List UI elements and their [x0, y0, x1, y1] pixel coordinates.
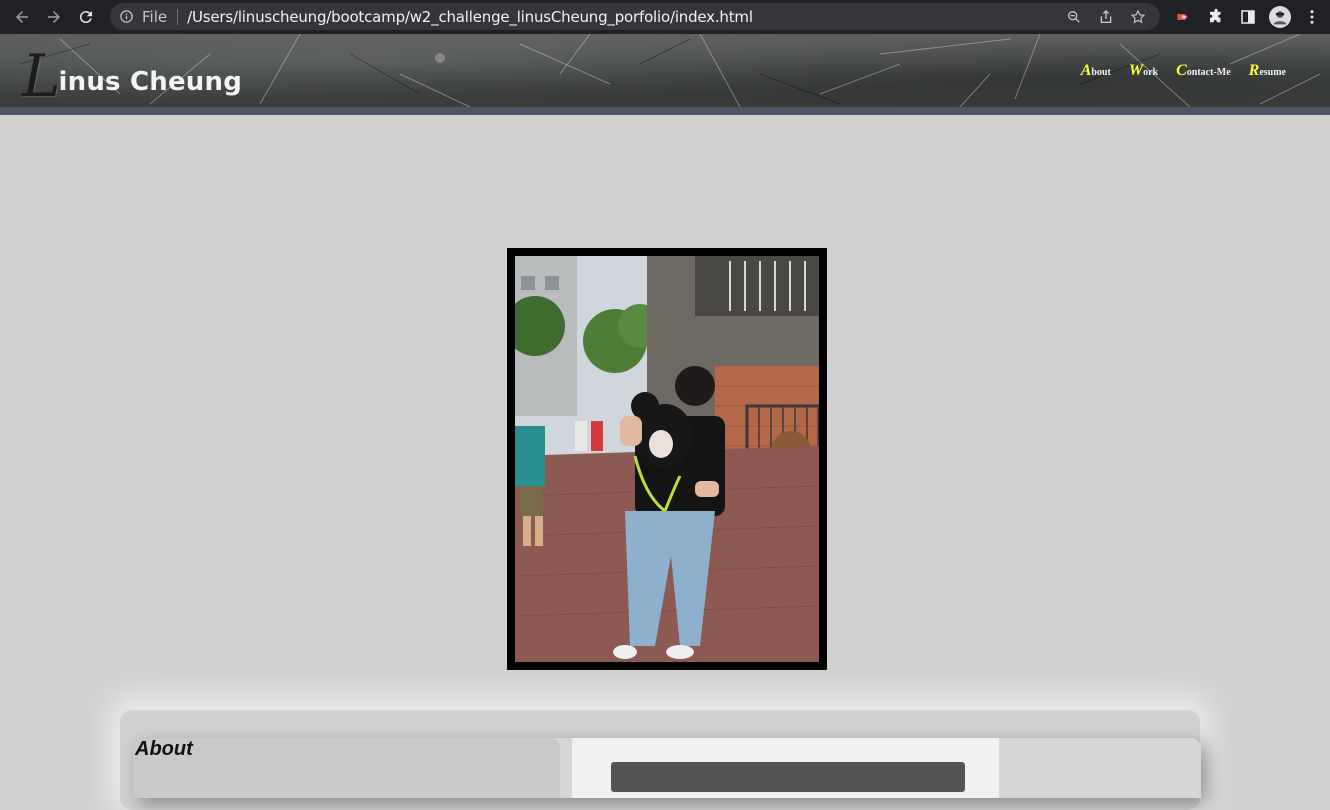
extensions-puzzle-icon[interactable] [1200, 0, 1232, 34]
address-bar[interactable]: File /Users/linuscheung/bootcamp/w2_chal… [110, 3, 1160, 30]
url-text[interactable]: /Users/linuscheung/bootcamp/w2_challenge… [187, 8, 753, 26]
share-icon[interactable] [1090, 3, 1122, 30]
profile-avatar[interactable] [1264, 0, 1296, 34]
bookmark-star-icon[interactable] [1122, 3, 1154, 30]
logo-initial: L [22, 42, 61, 110]
site-nav: About Work Contact-Me Resume [1081, 62, 1286, 80]
header-divider-bar [0, 107, 1330, 115]
about-image-panel [572, 738, 999, 798]
back-button[interactable] [6, 1, 38, 33]
reload-icon [79, 11, 92, 24]
site-logo[interactable]: L inus Cheung [22, 42, 243, 110]
about-image [611, 762, 965, 792]
forward-button[interactable] [38, 1, 70, 33]
logo-name: inus Cheung [58, 67, 243, 97]
url-scheme-label: File [142, 7, 168, 26]
nav-link-work[interactable]: Work [1129, 62, 1158, 80]
nav-link-about[interactable]: About [1081, 62, 1111, 80]
browser-toolbar: File /Users/linuscheung/bootcamp/w2_chal… [0, 0, 1330, 34]
profile-photo [507, 248, 827, 670]
about-text-panel: About [133, 738, 560, 798]
info-icon[interactable] [119, 9, 135, 25]
profile-photo-image [515, 256, 819, 662]
arrow-right-icon [48, 11, 60, 23]
menu-kebab-icon[interactable] [1296, 0, 1328, 34]
about-section: About [133, 738, 1201, 798]
about-heading: About [135, 738, 193, 760]
side-panel-icon[interactable] [1232, 0, 1264, 34]
nav-link-contact[interactable]: Contact-Me [1176, 62, 1231, 80]
nav-link-resume[interactable]: Resume [1249, 62, 1286, 80]
arrow-left-icon [16, 11, 28, 23]
zoom-icon[interactable] [1058, 3, 1090, 30]
url-separator [177, 8, 179, 25]
reload-button[interactable] [70, 1, 102, 33]
extension-recorder-icon[interactable] [1168, 0, 1200, 34]
